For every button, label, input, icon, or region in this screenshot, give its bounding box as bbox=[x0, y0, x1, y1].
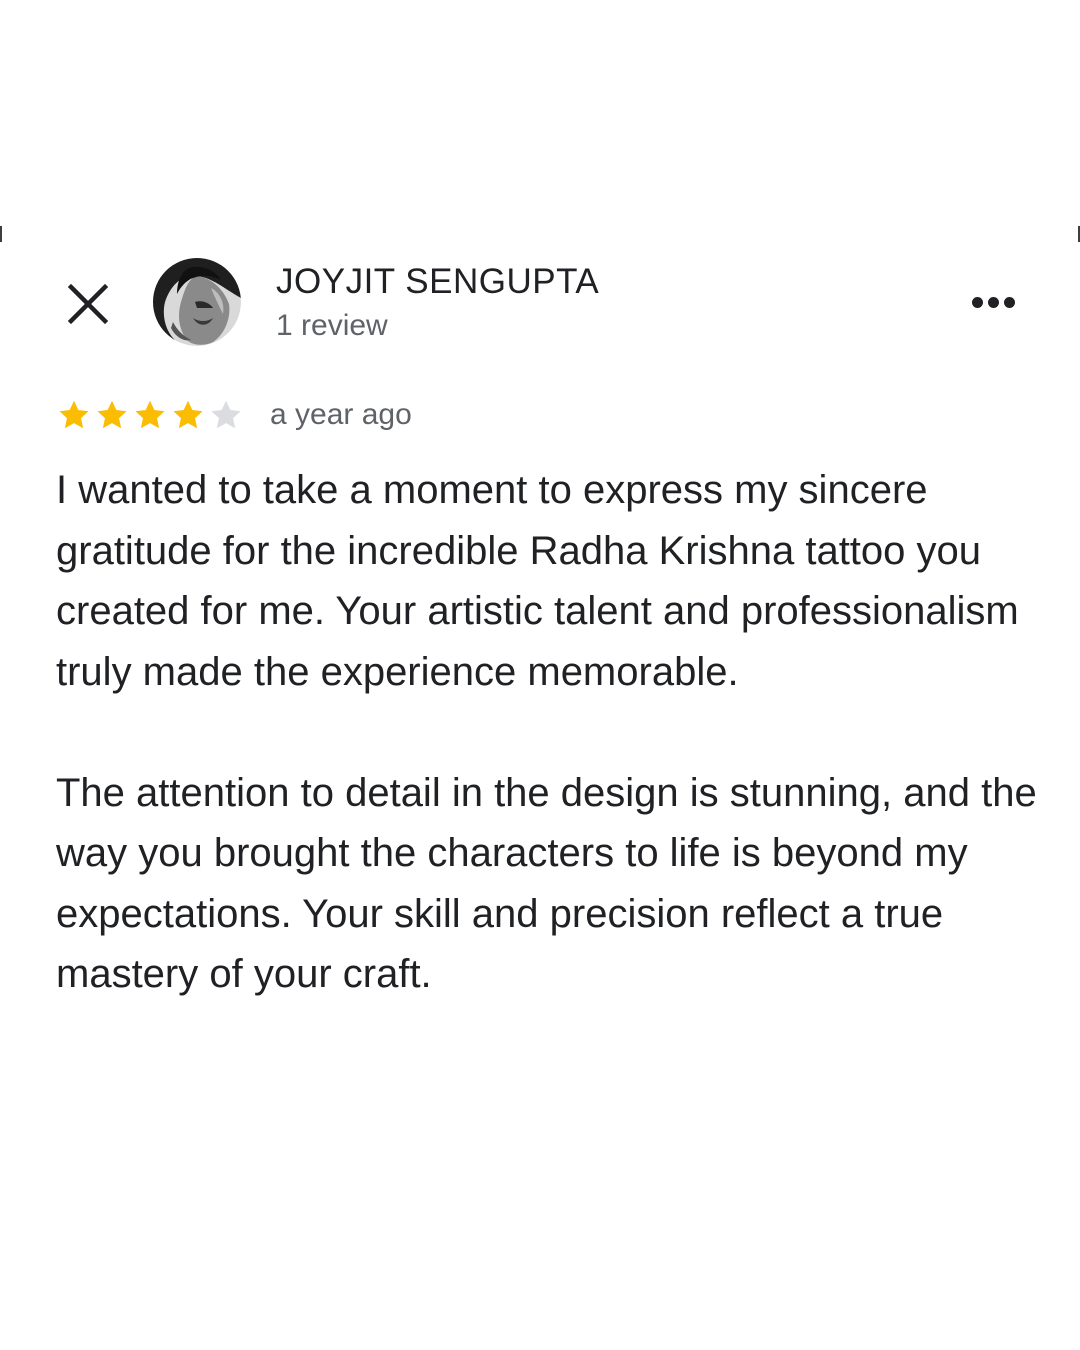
star-rating bbox=[56, 397, 244, 433]
avatar-image bbox=[153, 258, 241, 346]
review-age: a year ago bbox=[270, 398, 412, 431]
review-paragraph: The attention to detail in the design is… bbox=[56, 770, 1037, 997]
star-icon bbox=[211, 400, 241, 429]
reviewer-name[interactable]: JOYJIT SENGUPTA bbox=[276, 262, 599, 302]
left-edge-mark bbox=[0, 226, 2, 242]
close-button[interactable] bbox=[62, 278, 114, 330]
review-text: I wanted to take a moment to express my … bbox=[56, 460, 1046, 1005]
more-horizontal-icon bbox=[987, 296, 999, 308]
more-horizontal-icon bbox=[1003, 296, 1015, 308]
close-icon bbox=[67, 283, 109, 325]
star-icon bbox=[97, 400, 127, 429]
more-options-button[interactable] bbox=[962, 282, 1024, 322]
avatar[interactable] bbox=[153, 258, 241, 346]
star-icon bbox=[59, 400, 89, 429]
more-horizontal-icon bbox=[971, 296, 983, 308]
star-icon bbox=[135, 400, 165, 429]
rating-row: a year ago bbox=[56, 394, 412, 436]
star-icon bbox=[173, 400, 203, 429]
review-paragraph: I wanted to take a moment to express my … bbox=[56, 468, 1019, 694]
reviewer-review-count: 1 review bbox=[276, 309, 388, 342]
